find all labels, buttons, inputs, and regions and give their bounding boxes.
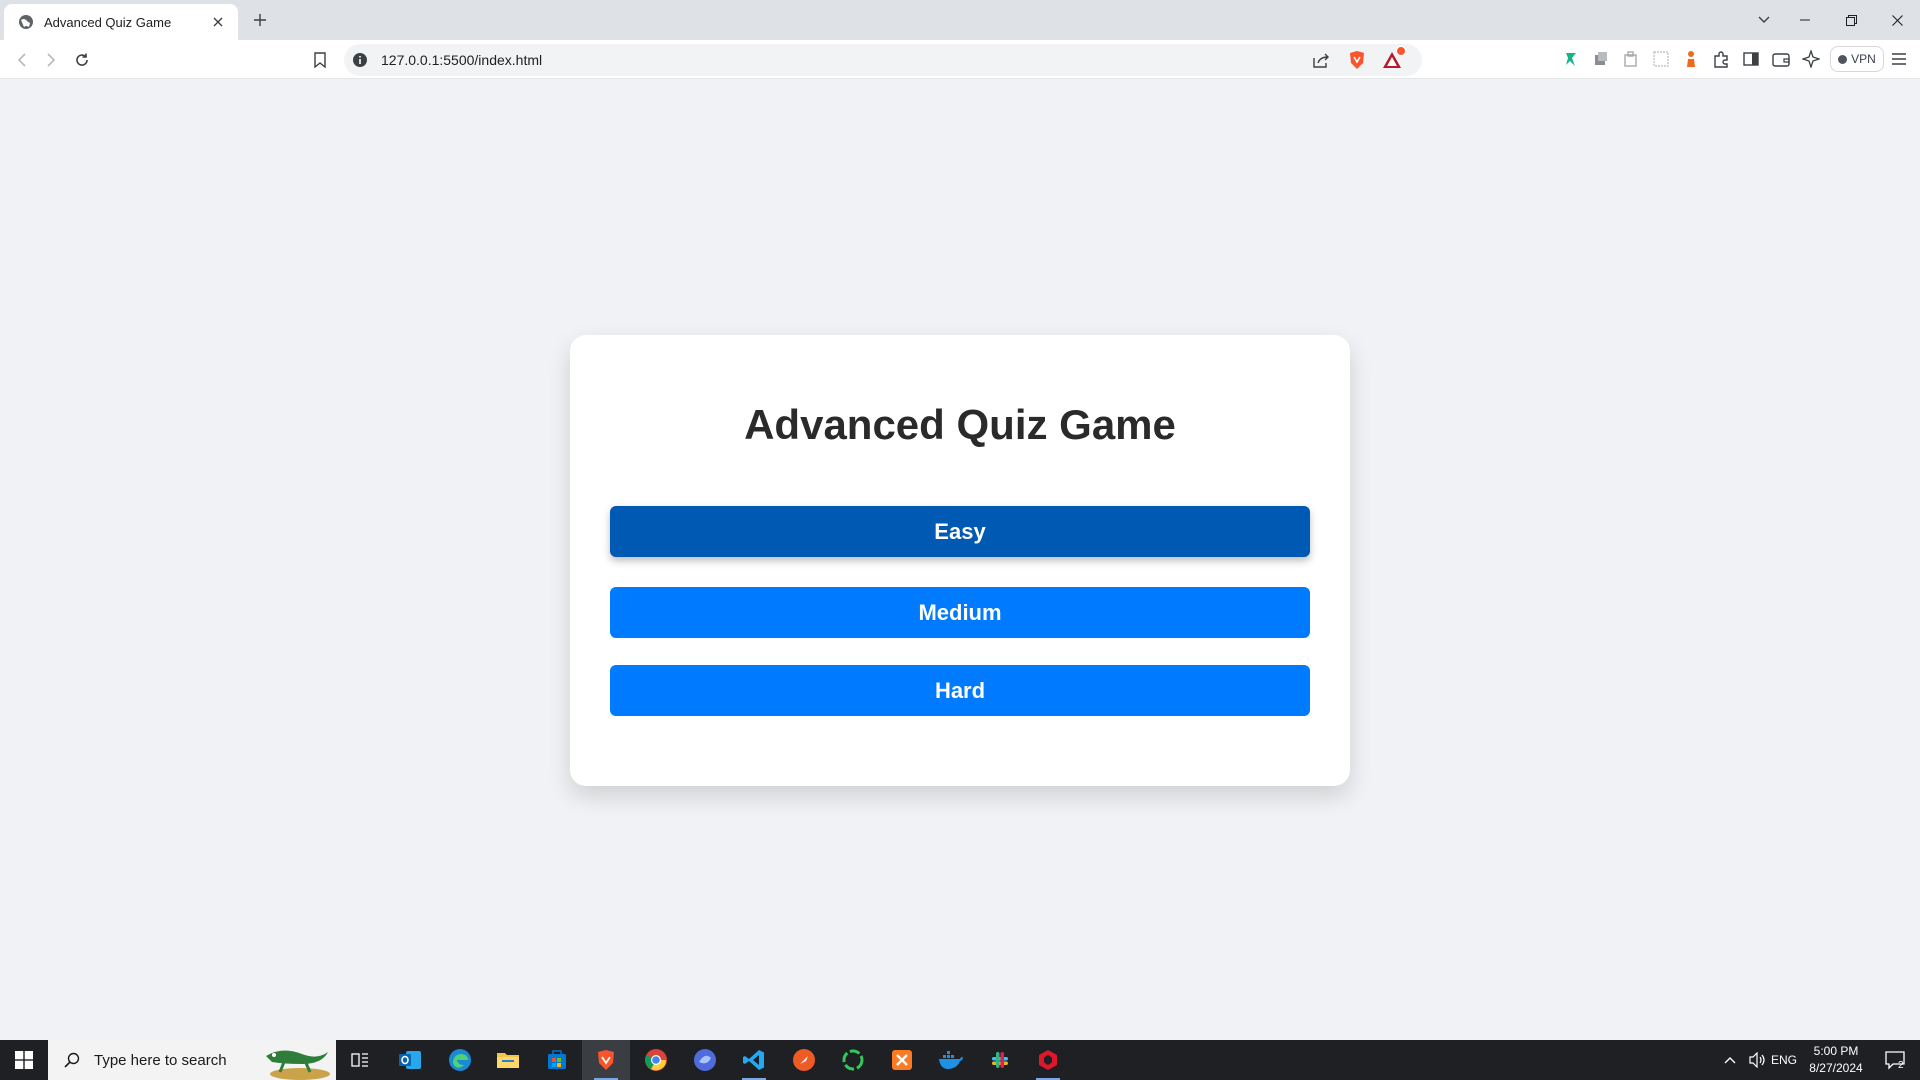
extension-chess-icon[interactable]: [1680, 48, 1702, 70]
taskbar-search[interactable]: Type here to search: [48, 1040, 336, 1080]
language-indicator[interactable]: ENG: [1771, 1040, 1797, 1080]
notifications-icon[interactable]: 2: [1876, 1040, 1916, 1080]
docker-icon[interactable]: [927, 1040, 975, 1080]
url-text[interactable]: 127.0.0.1:5500/index.html: [381, 52, 542, 68]
extensions-puzzle-icon[interactable]: [1710, 48, 1732, 70]
search-highlight-image: [262, 1042, 332, 1080]
close-tab-icon[interactable]: [208, 12, 228, 32]
clock-date: 8/27/2024: [1809, 1061, 1863, 1075]
app-red-hexagon-icon[interactable]: [1024, 1040, 1072, 1080]
vscode-icon[interactable]: [730, 1040, 778, 1080]
xampp-icon[interactable]: [878, 1040, 926, 1080]
tab-search-chevron-icon[interactable]: [1741, 0, 1787, 40]
close-window-icon[interactable]: [1874, 0, 1920, 40]
back-icon[interactable]: [10, 48, 34, 72]
globe-icon: [18, 14, 34, 30]
browser-toolbar: 127.0.0.1:5500/index.html VPN: [0, 40, 1920, 79]
site-info-icon[interactable]: [352, 52, 368, 68]
extension-puzzle-gray-icon[interactable]: [1620, 48, 1642, 70]
chrome-icon[interactable]: [632, 1040, 680, 1080]
restore-icon[interactable]: [1828, 0, 1874, 40]
extension-copy-icon[interactable]: [1590, 48, 1612, 70]
taskbar: Type here to search ENG 5:00 PM 8/27/202…: [0, 1040, 1920, 1080]
browser-tab[interactable]: Advanced Quiz Game: [4, 4, 238, 40]
search-icon: [62, 1050, 82, 1070]
menu-icon[interactable]: [1888, 48, 1910, 70]
brave-browser-icon[interactable]: [582, 1040, 630, 1080]
extension-grid-icon[interactable]: [1650, 48, 1672, 70]
volume-icon[interactable]: [1744, 1040, 1772, 1080]
medium-button[interactable]: Medium: [610, 587, 1310, 638]
brave-shields-icon[interactable]: [1345, 48, 1369, 72]
tab-strip: Advanced Quiz Game: [0, 0, 1920, 40]
windows-start-icon[interactable]: [0, 1040, 48, 1080]
show-hidden-icons-chevron-icon[interactable]: [1718, 1040, 1742, 1080]
address-bar[interactable]: 127.0.0.1:5500/index.html: [344, 44, 1422, 76]
easy-button[interactable]: Easy: [610, 506, 1310, 557]
new-tab-icon[interactable]: [248, 8, 272, 32]
reload-icon[interactable]: [70, 48, 94, 72]
taskbar-clock[interactable]: 5:00 PM 8/27/2024: [1796, 1043, 1876, 1077]
leo-ai-icon[interactable]: [1800, 48, 1822, 70]
minimize-icon[interactable]: [1782, 0, 1828, 40]
quiz-card: Advanced Quiz Game Easy Medium Hard: [570, 335, 1350, 786]
outlook-icon[interactable]: [386, 1040, 434, 1080]
slack-icon[interactable]: [976, 1040, 1024, 1080]
hard-button[interactable]: Hard: [610, 665, 1310, 716]
bookmark-icon[interactable]: [308, 48, 332, 72]
app-green-ring-icon[interactable]: [829, 1040, 877, 1080]
app-blue-circle-icon[interactable]: [681, 1040, 729, 1080]
forward-icon[interactable]: [39, 48, 63, 72]
edge-icon[interactable]: [436, 1040, 484, 1080]
wallet-icon[interactable]: [1770, 48, 1792, 70]
vpn-status-icon: [1838, 54, 1848, 64]
postman-icon[interactable]: [780, 1040, 828, 1080]
tab-title: Advanced Quiz Game: [44, 14, 172, 30]
task-view-icon[interactable]: [336, 1040, 384, 1080]
share-icon[interactable]: [1310, 48, 1334, 72]
notification-count: 2: [1898, 1060, 1904, 1071]
clock-time: 5:00 PM: [1813, 1044, 1859, 1058]
sidebar-icon[interactable]: [1740, 48, 1762, 70]
brave-rewards-icon[interactable]: [1380, 46, 1406, 72]
search-placeholder: Type here to search: [94, 1051, 227, 1069]
microsoft-store-icon[interactable]: [533, 1040, 581, 1080]
vpn-label: VPN: [1851, 52, 1876, 66]
vpn-button[interactable]: VPN: [1830, 46, 1884, 72]
rewards-badge: [1396, 46, 1406, 56]
page-title: Advanced Quiz Game: [744, 401, 1176, 448]
file-explorer-icon[interactable]: [484, 1040, 532, 1080]
extension-runner-icon[interactable]: [1560, 48, 1582, 70]
